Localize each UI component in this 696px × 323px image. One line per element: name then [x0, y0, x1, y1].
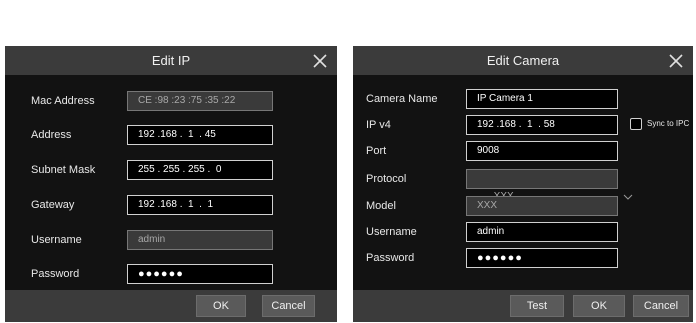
port-row: Port 9008 [353, 141, 693, 161]
port-label: Port [366, 145, 387, 157]
model-row: Model XXX [353, 196, 693, 216]
ok-button[interactable]: OK [196, 295, 246, 317]
password-row: Password ●●●●●● [353, 248, 693, 268]
username-field[interactable]: admin [466, 222, 618, 242]
camera-name-label: Camera Name [366, 93, 438, 105]
cancel-button[interactable]: Cancel [633, 295, 689, 317]
model-field: XXX [466, 196, 618, 216]
test-button[interactable]: Test [510, 295, 564, 317]
ipv4-field[interactable]: 192 .168 . 1 . 58 [466, 115, 618, 135]
protocol-select: XXX [466, 169, 633, 202]
username-field: admin [127, 230, 273, 250]
port-field[interactable]: 9008 [466, 141, 618, 161]
sync-to-ipc-label: Sync to IPC [647, 119, 690, 128]
edit-camera-title: Edit Camera [486, 53, 560, 68]
protocol-label: Protocol [366, 173, 407, 185]
sync-to-ipc-checkbox[interactable] [630, 118, 642, 130]
username-label: Username [31, 234, 82, 246]
password-field[interactable]: ●●●●●● [127, 264, 273, 284]
address-field[interactable]: 192 .168 . 1 . 45 [127, 125, 273, 145]
model-label: Model [366, 200, 396, 212]
edit-camera-footer: Test OK Cancel [353, 290, 693, 322]
edit-ip-footer: OK Cancel [5, 290, 337, 322]
address-label: Address [31, 129, 72, 141]
edit-ip-titlebar: Edit IP [5, 46, 337, 75]
close-icon[interactable] [667, 52, 685, 70]
gateway-field[interactable]: 192 .168 . 1 . 1 [127, 195, 273, 215]
camera-name-field[interactable]: IP Camera 1 [466, 89, 618, 109]
subnet-mask-label: Subnet Mask [31, 164, 96, 176]
edit-camera-dialog: Edit Camera Camera Name IP Camera 1 IP v… [353, 46, 693, 322]
username-row: Username admin [5, 230, 337, 250]
username-row: Username admin [353, 222, 693, 242]
ipv4-row: IP v4 192 .168 . 1 . 58 Sync to IPC [353, 115, 693, 135]
password-label: Password [366, 252, 415, 264]
password-field[interactable]: ●●●●●● [466, 248, 618, 268]
chevron-down-icon [601, 173, 633, 200]
edit-ip-dialog: Edit IP Mac Address CE :98 :23 :75 :35 :… [5, 46, 337, 322]
gateway-row: Gateway 192 .168 . 1 . 1 [5, 195, 337, 215]
mac-address-row: Mac Address CE :98 :23 :75 :35 :22 [5, 91, 337, 111]
password-dots: ●●●●●● [477, 252, 523, 264]
mac-address-field: CE :98 :23 :75 :35 :22 [127, 91, 273, 111]
username-label: Username [366, 226, 417, 238]
ipv4-label: IP v4 [366, 119, 391, 131]
edit-ip-title: Edit IP [151, 53, 191, 68]
close-icon[interactable] [311, 52, 329, 70]
password-row: Password ●●●●●● [5, 264, 337, 284]
camera-name-row: Camera Name IP Camera 1 [353, 89, 693, 109]
mac-address-label: Mac Address [31, 95, 95, 107]
ok-button[interactable]: OK [573, 295, 625, 317]
gateway-label: Gateway [31, 199, 75, 211]
address-row: Address 192 .168 . 1 . 45 [5, 125, 337, 145]
edit-camera-titlebar: Edit Camera [353, 46, 693, 75]
subnet-mask-field[interactable]: 255 . 255 . 255 . 0 [127, 160, 273, 180]
subnet-mask-row: Subnet Mask 255 . 255 . 255 . 0 [5, 160, 337, 180]
protocol-row: Protocol XXX [353, 169, 693, 202]
password-label: Password [31, 268, 80, 280]
cancel-button[interactable]: Cancel [262, 295, 315, 317]
password-dots: ●●●●●● [138, 268, 184, 280]
